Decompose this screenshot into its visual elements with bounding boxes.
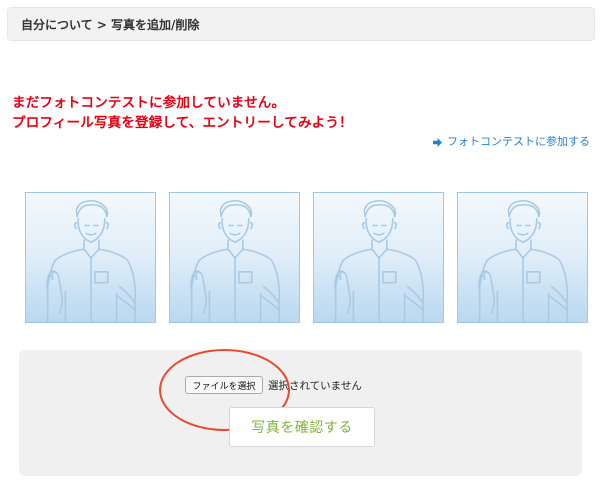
person-placeholder-icon — [334, 199, 425, 322]
join-photo-contest-link[interactable]: フォトコンテストに参加する — [433, 133, 590, 149]
photo-slot-4[interactable] — [457, 192, 588, 323]
person-placeholder-icon — [478, 199, 569, 322]
breadcrumb-text: 自分について > 写真を追加/削除 — [21, 17, 200, 32]
warning-line-2: プロフィール写真を登録して、エントリーしてみよう！ — [12, 115, 353, 131]
breadcrumb: 自分について > 写真を追加/削除 — [7, 7, 595, 41]
photo-slot-3[interactable] — [313, 192, 444, 323]
choose-file-button[interactable]: ファイルを選択 — [185, 376, 263, 394]
person-placeholder-icon — [190, 199, 281, 322]
photo-slot-2[interactable] — [169, 192, 300, 323]
photo-slot-1[interactable] — [25, 192, 156, 323]
arrow-right-icon — [433, 137, 442, 147]
confirm-photo-button[interactable]: 写真を確認する — [229, 407, 375, 447]
warning-line-1: まだフォトコンテストに参加していません。 — [12, 95, 286, 111]
file-status-text: 選択されていません — [268, 380, 362, 392]
join-photo-contest-label: フォトコンテストに参加する — [447, 135, 590, 148]
person-placeholder-icon — [46, 199, 137, 322]
